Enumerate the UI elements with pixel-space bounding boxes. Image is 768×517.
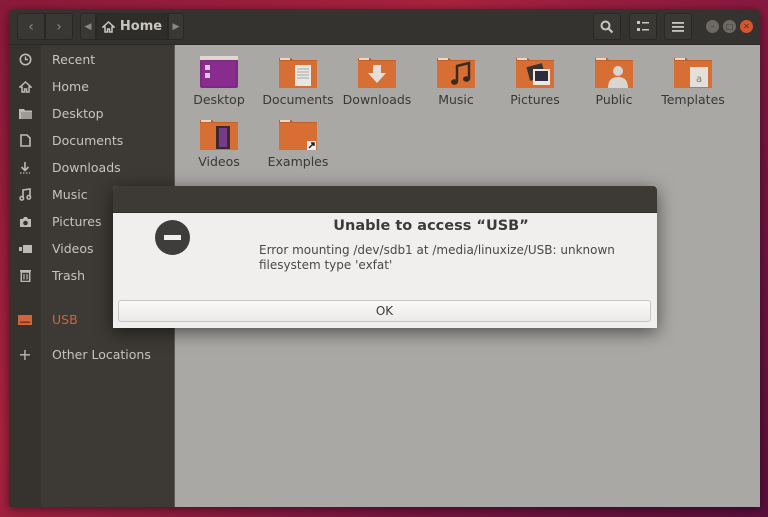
sidebar-item-label: Downloads: [52, 160, 121, 175]
sidebar-item-label: Pictures: [52, 214, 102, 229]
folder-icon: [9, 108, 41, 120]
documents-folder-icon: [277, 55, 319, 89]
maximize-button[interactable]: □: [723, 20, 736, 33]
sidebar-item-label: Trash: [52, 268, 86, 283]
search-icon: [600, 20, 614, 33]
file-name: Videos: [198, 154, 240, 169]
file-item-public[interactable]: Public: [574, 55, 654, 107]
video-icon: [9, 244, 41, 254]
file-name: Public: [595, 92, 633, 107]
error-icon: [155, 220, 190, 255]
file-name: Examples: [267, 154, 329, 169]
dialog-message: Error mounting /dev/sdb1 at /media/linux…: [259, 243, 615, 272]
videos-folder-icon: [198, 117, 240, 151]
caret-left-icon: ◀: [84, 21, 92, 32]
sidebar-item-label: Documents: [52, 133, 124, 148]
file-name: Documents: [262, 92, 334, 107]
sidebar-item-label: USB: [52, 312, 78, 327]
sidebar-item-label: Desktop: [52, 106, 104, 121]
hamburger-menu-icon: [672, 21, 684, 32]
examples-folder-icon: [277, 117, 319, 151]
sidebar-item-recent[interactable]: Recent: [9, 46, 174, 73]
file-name: Desktop: [193, 92, 245, 107]
chevron-left-icon: ‹: [28, 18, 34, 35]
close-icon: ✕: [743, 22, 750, 31]
sidebar-item-label: Music: [52, 187, 88, 202]
header-bar: ‹ › ◀ Home ▶ – □ ✕: [9, 9, 760, 45]
file-name: Pictures: [510, 92, 560, 107]
file-item-documents[interactable]: Documents: [258, 55, 338, 107]
download-icon: [9, 161, 41, 174]
pictures-folder-icon: [514, 55, 556, 89]
home-icon: [101, 20, 115, 33]
plus-icon: +: [18, 345, 32, 364]
desktop-folder-icon: [198, 55, 240, 89]
music-icon: [9, 188, 41, 201]
file-item-desktop[interactable]: Desktop: [179, 55, 259, 107]
file-item-templates[interactable]: a Templates: [653, 55, 733, 107]
path-home-button[interactable]: Home: [96, 13, 168, 40]
file-name: Downloads: [342, 92, 412, 107]
list-view-icon: [637, 21, 649, 31]
camera-icon: [9, 216, 41, 228]
clock-icon: [9, 53, 41, 66]
dialog-title: Unable to access “USB”: [333, 218, 529, 234]
file-item-pictures[interactable]: Pictures: [495, 55, 575, 107]
home-icon: [9, 80, 41, 93]
sidebar-item-home[interactable]: Home: [9, 73, 174, 100]
dialog-titlebar: [113, 186, 657, 213]
sidebar-item-downloads[interactable]: Downloads: [9, 154, 174, 181]
path-scroll-left-button[interactable]: ◀: [80, 13, 96, 40]
search-button[interactable]: [593, 13, 621, 40]
error-dialog: Unable to access “USB” Error mounting /d…: [113, 186, 657, 328]
svg-text:a: a: [696, 74, 702, 85]
sidebar-item-documents[interactable]: Documents: [9, 127, 174, 154]
menu-button[interactable]: [664, 13, 692, 40]
sidebar-item-desktop[interactable]: Desktop: [9, 100, 174, 127]
chevron-right-icon: ›: [56, 18, 62, 35]
file-item-examples[interactable]: Examples: [258, 117, 338, 169]
minimize-icon: –: [710, 22, 715, 31]
ok-button[interactable]: OK: [118, 300, 651, 322]
music-folder-icon: [435, 55, 477, 89]
sidebar-divider: [9, 295, 41, 296]
caret-right-icon: ▶: [172, 21, 180, 32]
file-item-videos[interactable]: Videos: [179, 117, 259, 169]
file-name: Templates: [661, 92, 725, 107]
path-label: Home: [119, 19, 163, 34]
trash-icon: [9, 269, 41, 282]
public-folder-icon: [593, 55, 635, 89]
templates-folder-icon: a: [672, 55, 714, 89]
sidebar-item-other-locations[interactable]: + Other Locations: [9, 341, 174, 368]
sidebar-item-label: Videos: [52, 241, 94, 256]
forward-button[interactable]: ›: [45, 13, 73, 40]
document-icon: [9, 134, 41, 147]
path-scroll-right-button[interactable]: ▶: [168, 13, 184, 40]
file-item-downloads[interactable]: Downloads: [337, 55, 417, 107]
back-button[interactable]: ‹: [17, 13, 45, 40]
file-name: Music: [438, 92, 474, 107]
downloads-folder-icon: [356, 55, 398, 89]
minimize-button[interactable]: –: [706, 20, 719, 33]
maximize-icon: □: [725, 22, 734, 31]
sidebar-item-label: Other Locations: [52, 347, 151, 362]
drive-icon: [9, 314, 41, 325]
sidebar-item-label: Recent: [52, 52, 96, 67]
file-item-music[interactable]: Music: [416, 55, 496, 107]
close-button[interactable]: ✕: [740, 20, 753, 33]
view-toggle-button[interactable]: [629, 13, 657, 40]
sidebar-item-label: Home: [52, 79, 89, 94]
